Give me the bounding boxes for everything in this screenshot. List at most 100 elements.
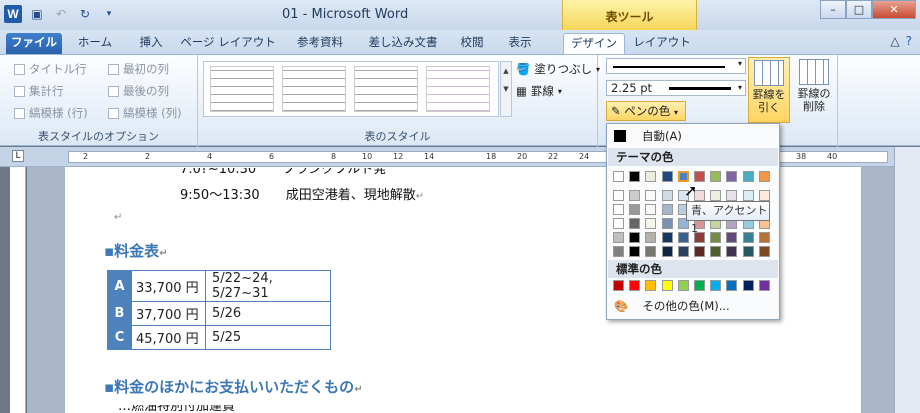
- checkbox-banded-rows[interactable]: 縞模様 (行): [14, 105, 88, 121]
- fee-table[interactable]: A 33,700 円 5/22~24, 5/27~31 B 37,700 円 5…: [107, 270, 331, 350]
- vertical-scrollbar[interactable]: [894, 147, 920, 413]
- theme-shade-swatch[interactable]: [677, 232, 689, 243]
- theme-shade-swatch[interactable]: [629, 218, 641, 229]
- table-cell-price[interactable]: 45,700 円: [131, 325, 206, 350]
- theme-shade-swatch[interactable]: [661, 246, 673, 257]
- tab-selector-icon[interactable]: L: [12, 150, 24, 162]
- theme-shade-swatch[interactable]: [645, 190, 657, 201]
- close-icon[interactable]: ✕: [872, 0, 916, 19]
- tab-layout[interactable]: レイアウト: [632, 33, 692, 54]
- theme-shade-swatch[interactable]: [645, 232, 657, 243]
- gallery-scroll[interactable]: ▲ ▼: [500, 61, 512, 117]
- theme-shade-swatch[interactable]: [742, 246, 754, 257]
- checkbox-box[interactable]: [14, 85, 25, 97]
- theme-shade-swatch[interactable]: [613, 190, 624, 201]
- theme-shade-swatch[interactable]: [726, 232, 738, 243]
- theme-shade-swatch[interactable]: [629, 232, 641, 243]
- theme-shade-swatch[interactable]: [661, 190, 673, 201]
- table-style-thumb[interactable]: [210, 66, 274, 112]
- theme-shade-swatch[interactable]: [629, 204, 641, 215]
- standard-color-swatch[interactable]: [694, 280, 705, 291]
- theme-shade-swatch[interactable]: [726, 190, 738, 201]
- checkbox-total-row[interactable]: 集計行: [14, 83, 64, 99]
- checkbox-box[interactable]: [108, 107, 119, 119]
- checkbox-banded-columns[interactable]: 縞模様 (列): [108, 105, 182, 121]
- customize-qat-icon[interactable]: ▾: [100, 5, 118, 23]
- theme-shade-swatch[interactable]: [645, 246, 657, 257]
- standard-color-swatch[interactable]: [629, 280, 641, 291]
- line-style-select[interactable]: ▾: [606, 58, 746, 74]
- theme-shade-swatch[interactable]: [613, 246, 624, 257]
- table-cell-price[interactable]: 37,700 円: [131, 301, 206, 326]
- theme-shade-swatch[interactable]: [645, 204, 657, 215]
- theme-shade-swatch[interactable]: [629, 190, 641, 201]
- gallery-up-icon[interactable]: ▲: [503, 67, 508, 75]
- tab-mailings[interactable]: 差し込み文書: [360, 33, 446, 54]
- checkbox-first-column[interactable]: 最初の列: [108, 61, 169, 77]
- checkbox-last-column[interactable]: 最後の列: [108, 83, 169, 99]
- theme-shade-swatch[interactable]: [758, 246, 770, 257]
- tab-insert[interactable]: 挿入: [128, 33, 174, 54]
- theme-color-swatch[interactable]: [710, 171, 722, 182]
- theme-color-swatch[interactable]: [661, 171, 673, 182]
- theme-shade-swatch[interactable]: [694, 246, 705, 257]
- table-cell-dates[interactable]: 5/25: [205, 325, 331, 350]
- theme-shade-swatch[interactable]: [645, 218, 657, 229]
- standard-color-swatch[interactable]: [726, 280, 738, 291]
- undo-icon[interactable]: ↶: [52, 5, 70, 23]
- theme-color-swatch[interactable]: [726, 171, 738, 182]
- theme-shade-swatch[interactable]: [661, 232, 673, 243]
- tab-references[interactable]: 参考資料: [286, 33, 354, 54]
- vertical-ruler[interactable]: [10, 167, 26, 413]
- table-cell-price[interactable]: 33,700 円: [131, 270, 206, 302]
- tab-review[interactable]: 校閲: [452, 33, 492, 54]
- checkbox-box[interactable]: [14, 107, 25, 119]
- tab-file[interactable]: ファイル: [6, 33, 62, 54]
- theme-shade-swatch[interactable]: [613, 218, 624, 229]
- collapse-ribbon-icon[interactable]: △: [890, 34, 899, 48]
- theme-shade-swatch[interactable]: [710, 232, 722, 243]
- checkbox-box[interactable]: [14, 63, 25, 75]
- theme-shade-swatch[interactable]: [758, 232, 770, 243]
- line-weight-select[interactable]: 2.25 pt ▾: [606, 80, 746, 96]
- checkbox-box[interactable]: [108, 85, 119, 97]
- theme-color-swatch[interactable]: [645, 171, 657, 182]
- table-cell-label[interactable]: C: [107, 325, 132, 350]
- theme-color-swatch[interactable]: [742, 171, 754, 182]
- table-style-thumb[interactable]: [426, 66, 490, 112]
- draw-table-button[interactable]: 罫線を 引く: [748, 57, 790, 123]
- checkbox-box[interactable]: [108, 63, 119, 75]
- theme-shade-swatch[interactable]: [742, 232, 754, 243]
- standard-color-swatch[interactable]: [677, 280, 689, 291]
- color-auto-item[interactable]: 自動(A): [608, 126, 778, 146]
- tab-design[interactable]: デザイン: [563, 33, 625, 54]
- standard-color-swatch[interactable]: [758, 280, 770, 291]
- theme-shade-swatch[interactable]: [677, 246, 689, 257]
- checkbox-header-row[interactable]: タイトル行: [14, 61, 87, 77]
- standard-color-swatch[interactable]: [661, 280, 673, 291]
- theme-shade-swatch[interactable]: [742, 190, 754, 201]
- pen-color-button[interactable]: ✎ ペンの色 ▾: [606, 101, 686, 121]
- theme-shade-swatch[interactable]: [726, 246, 738, 257]
- tab-home[interactable]: ホーム: [70, 33, 120, 54]
- standard-color-swatch[interactable]: [645, 280, 657, 291]
- theme-color-swatch[interactable]: [629, 171, 641, 182]
- table-cell-dates[interactable]: 5/22~24, 5/27~31: [205, 270, 331, 302]
- tab-page-layout[interactable]: ページ レイアウト: [180, 33, 276, 54]
- word-logo-icon[interactable]: W: [4, 5, 22, 23]
- theme-color-swatch[interactable]: [613, 171, 624, 182]
- redo-icon[interactable]: ↻: [76, 5, 94, 23]
- tab-view[interactable]: 表示: [500, 33, 540, 54]
- maximize-icon[interactable]: □: [846, 0, 872, 19]
- gallery-down-icon[interactable]: ▼: [503, 85, 508, 93]
- theme-shade-swatch[interactable]: [661, 204, 673, 215]
- table-style-thumb[interactable]: [282, 66, 346, 112]
- standard-color-swatch[interactable]: [710, 280, 722, 291]
- table-style-thumb[interactable]: [354, 66, 418, 112]
- theme-shade-swatch[interactable]: [613, 204, 624, 215]
- theme-color-swatch[interactable]: [758, 171, 770, 182]
- table-cell-dates[interactable]: 5/26: [205, 301, 331, 326]
- shading-button[interactable]: 🪣 塗りつぶし ▾: [516, 61, 600, 77]
- theme-shade-swatch[interactable]: [710, 190, 722, 201]
- eraser-button[interactable]: 罫線の 削除: [793, 57, 835, 123]
